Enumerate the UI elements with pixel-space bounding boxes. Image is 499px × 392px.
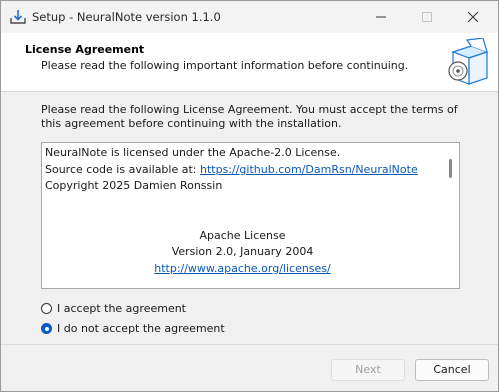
license-line: Source code is available at: https://git… — [45, 162, 440, 179]
footer-divider — [1, 344, 498, 345]
wizard-header: License Agreement Please read the follow… — [1, 33, 498, 92]
minimize-button[interactable] — [358, 1, 404, 33]
apache-license-link[interactable]: http://www.apache.org/licenses/ — [154, 262, 331, 275]
page-title: License Agreement — [25, 43, 145, 56]
accept-agreement-option[interactable]: I accept the agreement — [41, 302, 186, 315]
page-subtitle: Please read the following important info… — [41, 59, 409, 72]
window-title: Setup - NeuralNote version 1.1.0 — [32, 10, 221, 24]
license-line: http://www.apache.org/licenses/ — [45, 261, 440, 278]
close-icon — [468, 12, 478, 22]
vertical-scrollbar[interactable] — [443, 143, 459, 288]
license-blank-line — [45, 211, 440, 228]
decline-agreement-option[interactable]: I do not accept the agreement — [41, 322, 225, 335]
decline-label: I do not accept the agreement — [57, 322, 225, 335]
license-blank-line — [45, 195, 440, 212]
license-line: Copyright 2025 Damien Ronssin — [45, 179, 223, 192]
install-icon — [9, 8, 27, 26]
minimize-icon — [376, 16, 386, 18]
scrollbar-thumb[interactable] — [449, 159, 452, 178]
accept-label: I accept the agreement — [57, 302, 186, 315]
source-code-link[interactable]: https://github.com/DamRsn/NeuralNote — [200, 163, 418, 176]
license-line: NeuralNote is licensed under the Apache-… — [45, 146, 341, 159]
next-button[interactable]: Next — [331, 359, 405, 381]
license-line: Version 2.0, January 2004 — [171, 245, 314, 258]
maximize-icon — [422, 12, 432, 22]
accept-radio[interactable] — [41, 303, 52, 314]
license-source-prefix: Source code is available at: — [45, 162, 200, 176]
setup-window: Setup - NeuralNote version 1.1.0 License… — [0, 0, 499, 392]
close-button[interactable] — [450, 1, 496, 33]
software-box-icon — [441, 37, 491, 88]
cancel-button[interactable]: Cancel — [415, 359, 489, 381]
title-bar[interactable]: Setup - NeuralNote version 1.1.0 — [1, 1, 498, 33]
license-line: Apache License — [199, 228, 286, 242]
decline-radio[interactable] — [41, 323, 52, 334]
maximize-button — [404, 1, 450, 33]
intro-text: Please read the following License Agreem… — [41, 103, 458, 130]
license-text-box[interactable]: NeuralNote is licensed under the Apache-… — [41, 142, 460, 289]
